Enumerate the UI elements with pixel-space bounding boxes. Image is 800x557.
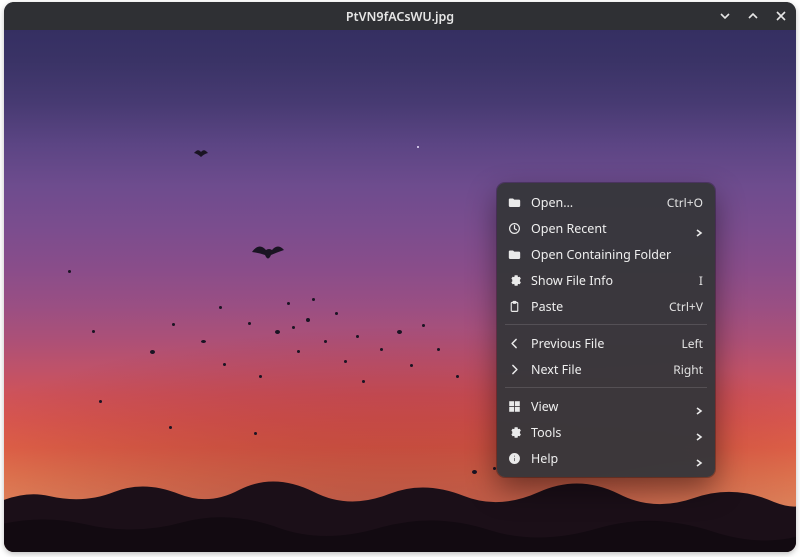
- app-window: PtVN9fACsWU.jpg: [4, 2, 796, 552]
- bird-dot: [99, 400, 102, 403]
- menu-item-label: Tools: [531, 424, 685, 441]
- bird-dot: [306, 318, 310, 322]
- bird-dot: [422, 324, 425, 327]
- menu-item-accelerator: [695, 224, 703, 232]
- menu-item-label: Next File: [531, 361, 663, 378]
- bird-dot: [92, 330, 95, 333]
- maximize-button[interactable]: [744, 7, 762, 25]
- menu-item-prev-file[interactable]: Previous File Left: [497, 330, 715, 356]
- menu-item-accelerator: Ctrl+O: [667, 194, 703, 211]
- menu-item-open-containing[interactable]: Open Containing Folder: [497, 241, 715, 267]
- bird-dot: [472, 470, 477, 474]
- menu-item-label: Open Containing Folder: [531, 246, 693, 263]
- bird-silhouette: [251, 242, 285, 262]
- menu-item-accelerator: I: [699, 272, 703, 289]
- menu-separator: [505, 387, 707, 388]
- bird-dot: [456, 375, 459, 378]
- bird-dot: [437, 348, 440, 351]
- menu-item-label: View: [531, 398, 685, 415]
- image-viewport[interactable]: Open… Ctrl+O Open Recent Open Containing Fo…: [4, 30, 796, 552]
- chevron-right-icon: [695, 428, 703, 436]
- chev-right-icon: [507, 362, 521, 376]
- grid-icon: [507, 399, 521, 413]
- bird-dot: [362, 380, 365, 383]
- bird-dot: [219, 306, 222, 309]
- menu-separator: [505, 324, 707, 325]
- chevron-right-icon: [695, 224, 703, 232]
- bird-dot: [169, 426, 172, 429]
- bird-dot: [417, 146, 419, 148]
- bird-dot: [312, 298, 315, 301]
- menu-item-label: Open Recent: [531, 220, 685, 237]
- menu-item-label: Help: [531, 450, 685, 467]
- menu-item-accelerator: Left: [681, 335, 703, 352]
- chevron-right-icon: [695, 454, 703, 462]
- menu-item-accelerator: Right: [673, 361, 703, 378]
- menu-item-help[interactable]: Help: [497, 445, 715, 471]
- bird-dot: [344, 360, 347, 363]
- bird-dot: [297, 350, 300, 353]
- bird-dot: [356, 335, 359, 338]
- menu-item-accelerator: [695, 454, 703, 462]
- clock-icon: [507, 221, 521, 235]
- menu-item-file-info[interactable]: Show File Info I: [497, 267, 715, 293]
- bird-silhouette: [194, 149, 208, 157]
- menu-item-tools[interactable]: Tools: [497, 419, 715, 445]
- close-button[interactable]: [772, 7, 790, 25]
- title-bar: PtVN9fACsWU.jpg: [4, 2, 796, 30]
- folder-icon: [507, 247, 521, 261]
- bird-dot: [410, 364, 413, 367]
- menu-item-open-recent[interactable]: Open Recent: [497, 215, 715, 241]
- menu-item-accelerator: [695, 402, 703, 410]
- folder-icon: [507, 195, 521, 209]
- bird-dot: [493, 467, 496, 470]
- menu-item-label: Paste: [531, 298, 659, 315]
- menu-item-label: Previous File: [531, 335, 671, 352]
- menu-item-accelerator: Ctrl+V: [669, 298, 703, 315]
- chev-left-icon: [507, 336, 521, 350]
- window-controls: [716, 2, 790, 30]
- bird-dot: [397, 330, 402, 334]
- chevron-right-icon: [695, 402, 703, 410]
- bird-dot: [324, 340, 327, 343]
- bird-dot: [380, 348, 383, 351]
- bird-dot: [68, 270, 71, 273]
- bird-dot: [259, 375, 262, 378]
- bird-dot: [223, 363, 226, 366]
- bird-dot: [287, 302, 290, 305]
- clipboard-icon: [507, 299, 521, 313]
- bird-dot: [292, 326, 295, 329]
- menu-item-accelerator: [695, 428, 703, 436]
- bird-dot: [150, 350, 155, 354]
- menu-item-view[interactable]: View: [497, 393, 715, 419]
- bird-dot: [248, 322, 251, 325]
- info-icon: [507, 451, 521, 465]
- bird-dot: [254, 432, 257, 435]
- minimize-button[interactable]: [716, 7, 734, 25]
- bird-dot: [172, 323, 175, 326]
- bird-dot: [201, 340, 206, 343]
- bird-dot: [335, 312, 338, 315]
- window-title: PtVN9fACsWU.jpg: [346, 8, 454, 25]
- menu-item-label: Show File Info: [531, 272, 689, 289]
- menu-item-label: Open…: [531, 194, 657, 211]
- menu-item-next-file[interactable]: Next File Right: [497, 356, 715, 382]
- gear-icon: [507, 425, 521, 439]
- gear-icon: [507, 273, 521, 287]
- menu-item-paste[interactable]: Paste Ctrl+V: [497, 293, 715, 319]
- context-menu: Open… Ctrl+O Open Recent Open Containing Fo…: [497, 183, 715, 477]
- menu-item-open[interactable]: Open… Ctrl+O: [497, 189, 715, 215]
- bird-dot: [275, 330, 280, 334]
